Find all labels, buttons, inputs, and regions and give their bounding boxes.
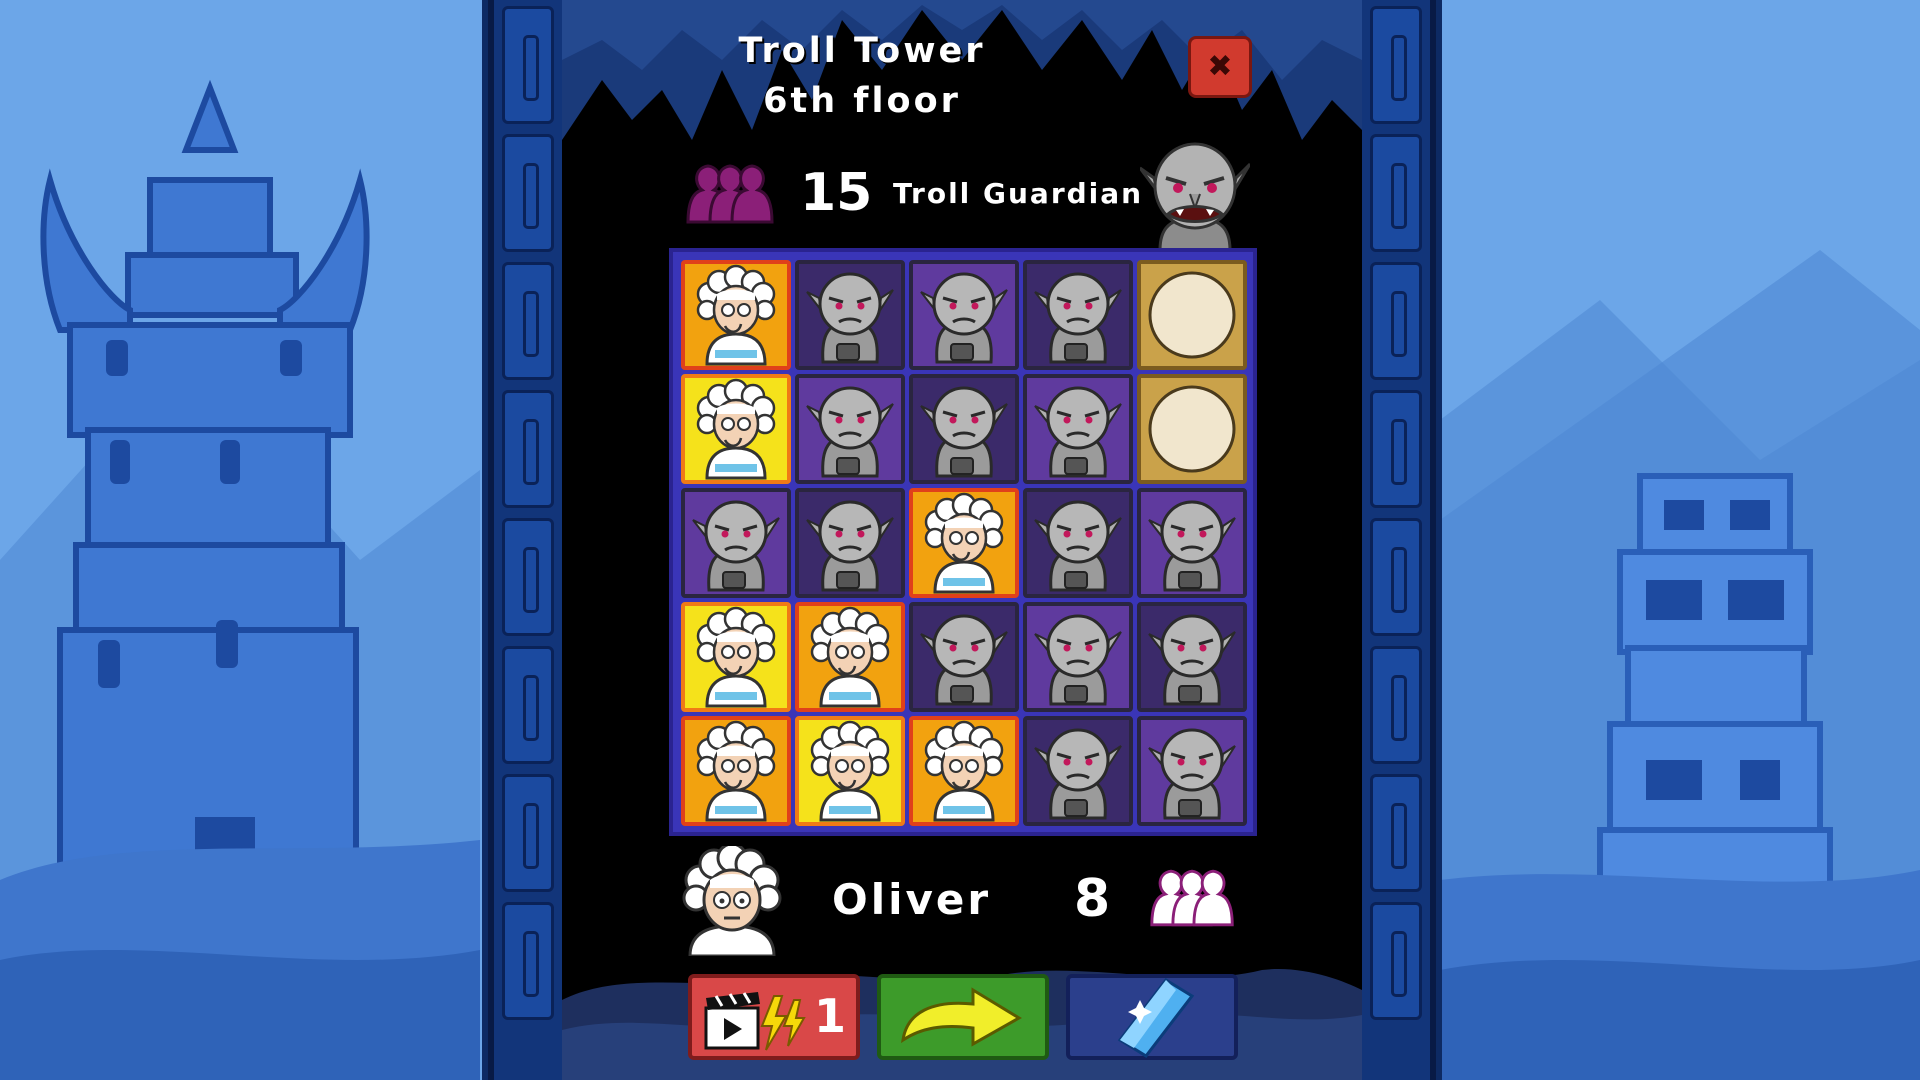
curved-arrow-icon [901, 987, 1022, 1047]
floor-label: 6th floor [763, 81, 961, 121]
board-cell-troll[interactable] [1137, 602, 1247, 712]
watch-video-button[interactable]: 1 [688, 974, 860, 1060]
troll-token-icon [920, 272, 1008, 364]
board-cell-player[interactable] [681, 260, 791, 370]
right-pillar [1356, 0, 1436, 1080]
scientist-token-icon [696, 378, 776, 480]
board-cell-troll[interactable] [909, 260, 1019, 370]
troll-token-icon [920, 386, 1008, 478]
empty-slot-icon [1148, 385, 1236, 473]
board-cell-troll[interactable] [909, 602, 1019, 712]
troll-token-icon [920, 614, 1008, 706]
troll-token-icon [1148, 500, 1236, 592]
enemy-name: Troll Guardian [893, 177, 1144, 210]
board-cell-player[interactable] [909, 716, 1019, 826]
board-cell-troll[interactable] [1023, 374, 1133, 484]
empty-slot-icon [1148, 271, 1236, 359]
scientist-token-icon [696, 606, 776, 708]
board-cell-troll[interactable] [795, 488, 905, 598]
troll-token-icon [1148, 614, 1236, 706]
player-lives-icon [1150, 869, 1234, 927]
scientist-token-icon [810, 720, 890, 822]
scientist-token-icon [924, 720, 1004, 822]
board-cell-troll[interactable] [909, 374, 1019, 484]
board-cell-player[interactable] [681, 602, 791, 712]
tower-name: Troll Tower [738, 31, 986, 71]
troll-token-icon [1034, 386, 1122, 478]
enemy-lives-icon [686, 164, 774, 224]
scientist-token-icon [924, 492, 1004, 594]
old-scientist-avatar [682, 846, 782, 956]
level-title: Troll Tower 6th floor [602, 26, 1122, 126]
troll-guardian-avatar [1140, 142, 1250, 250]
scientist-token-icon [696, 720, 776, 822]
left-pillar [488, 0, 568, 1080]
board-cell-troll[interactable] [1023, 716, 1133, 826]
board-cell-player[interactable] [681, 716, 791, 826]
troll-token-icon [1148, 728, 1236, 820]
board-cell-empty[interactable] [1137, 260, 1247, 370]
gem-powerup-button[interactable] [1066, 974, 1238, 1060]
troll-token-icon [806, 500, 894, 592]
board-cell-troll[interactable] [1137, 488, 1247, 598]
troll-token-icon [1034, 614, 1122, 706]
board-cell-empty[interactable] [1137, 374, 1247, 484]
troll-token-icon [1034, 500, 1122, 592]
scientist-token-icon [810, 606, 890, 708]
board-cell-troll[interactable] [1137, 716, 1247, 826]
player-lives-count: 8 [1074, 869, 1111, 929]
close-x-icon: ✖ [1207, 49, 1233, 84]
troll-token-icon [692, 500, 780, 592]
clapperboard-lightning-icon [704, 992, 806, 1051]
troll-token-icon [1034, 272, 1122, 364]
board-cell-player[interactable] [795, 716, 905, 826]
video-energy-count: 1 [814, 989, 847, 1043]
board-cell-troll[interactable] [795, 260, 905, 370]
troll-token-icon [806, 386, 894, 478]
player-name: Oliver [832, 875, 992, 924]
close-button[interactable]: ✖ [1188, 36, 1252, 98]
game-board [669, 248, 1257, 836]
troll-token-icon [806, 272, 894, 364]
board-cell-troll[interactable] [1023, 488, 1133, 598]
board-cell-troll[interactable] [681, 488, 791, 598]
skip-turn-button[interactable] [877, 974, 1049, 1060]
troll-token-icon [1034, 728, 1122, 820]
blue-crystal-icon [1117, 978, 1195, 1058]
board-cell-troll[interactable] [1023, 602, 1133, 712]
board-cell-troll[interactable] [795, 374, 905, 484]
board-cell-player[interactable] [681, 374, 791, 484]
board-cell-player[interactable] [795, 602, 905, 712]
board-cell-troll[interactable] [1023, 260, 1133, 370]
enemy-lives-count: 15 [800, 163, 873, 223]
scientist-token-icon [696, 264, 776, 366]
board-cell-player[interactable] [909, 488, 1019, 598]
